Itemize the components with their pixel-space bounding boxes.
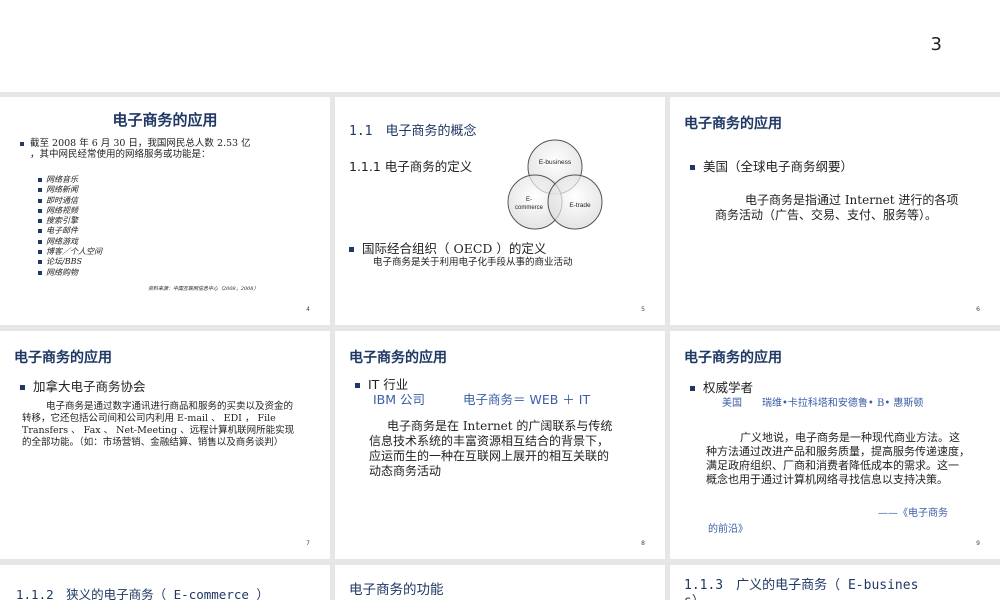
slide-7[interactable]: 电子商务的应用 加拿大电子商务协会 电子商务是通过数字通讯进行商品和服务的买卖以… xyxy=(0,331,330,559)
slide-text-line: 动态商务活动 xyxy=(369,464,442,478)
list-item: 即时通信 xyxy=(38,196,102,206)
slide-text-line: 电子商务是通过数字通讯进行商品和服务的买卖以及资金的 xyxy=(46,401,294,412)
slide-text: 商务活动（广告、交易、支付、服务等）。 xyxy=(715,208,938,222)
slide-number: 5 xyxy=(641,306,645,313)
slide-subtitle: 1.1.1 电子商务的定义 xyxy=(349,159,473,174)
slide-bullet: 权威学者 xyxy=(690,377,753,396)
list-item: 网络购物 xyxy=(38,268,102,278)
venn-label-e: E- xyxy=(526,197,532,203)
bullet-square-icon xyxy=(20,141,24,146)
bullet-square-icon xyxy=(690,165,695,170)
slide-text-line: 广义地说，电子商务是一种现代商业方法。这 xyxy=(740,431,960,444)
slide-title: 1.1.3 广义的电子商务（ E-busines xyxy=(684,578,919,593)
slide-title: 电子商务的功能 xyxy=(349,582,444,598)
slide-bullet: 国际经合组织（ OECD ）的定义 xyxy=(349,238,546,257)
venn-label: E-trade xyxy=(569,202,591,209)
list-item: 搜索引擎 xyxy=(38,216,102,226)
authors: 美国 瑞维•卡拉科塔和安德鲁• B• 惠斯顿 xyxy=(722,398,924,409)
slide-11[interactable]: 电子商务的功能 xyxy=(335,565,665,600)
slide-text: 电子商务是指通过 Internet 进行的各项 xyxy=(745,193,959,207)
formula: 电子商务＝ WEB ＋ IT xyxy=(463,392,591,407)
slide-number: 4 xyxy=(306,306,310,313)
slide-title-continued: s） xyxy=(684,590,705,600)
slide-bullet: 加拿大电子商务协会 xyxy=(20,376,146,395)
slide-title: 电子商务的应用 xyxy=(14,350,112,366)
slide-text-line: 概念也用于通过计算机网络寻找信息以支持决策。 xyxy=(706,473,948,486)
venn-label: commerce xyxy=(515,205,544,211)
bullet-square-icon xyxy=(20,385,25,390)
citation: ——《电子商务 xyxy=(878,508,948,519)
list-item: 电子邮件 xyxy=(38,226,102,236)
venn-diagram: E-business E- commerce E-trade xyxy=(507,139,603,230)
slide-number: 6 xyxy=(976,306,980,313)
slide-number: 7 xyxy=(306,540,310,547)
slide-text-line: 的全部功能。（如：市场营销、金融结算、销售以及商务谈判） xyxy=(22,437,284,448)
slide-text-line: 信息技术系统的丰富资源相互结合的背景下， xyxy=(369,434,610,448)
page-number: 3 xyxy=(930,34,942,55)
slide-title: 1.1.2 狭义的电子商务（ E-commerce ） xyxy=(16,587,269,600)
slide-number: 8 xyxy=(641,540,645,547)
slide-title: 电子商务的应用 xyxy=(684,350,782,366)
slide-text: 电子商务是关于利用电子化手段从事的商业活动 xyxy=(373,257,573,268)
company-name: IBM 公司 xyxy=(373,392,426,407)
slide-text-line: 满足政府组织、厂商和消费者降低成本的需求。这一 xyxy=(706,459,959,472)
bullet-square-icon xyxy=(690,386,695,391)
slide-8[interactable]: 电子商务的应用 IT 行业 IBM 公司 电子商务＝ WEB ＋ IT 电子商务… xyxy=(335,331,665,559)
slide-bullet-continued: ，其中网民经常使用的网络服务或功能是： xyxy=(30,149,211,160)
slide-title: 电子商务的应用 xyxy=(112,111,218,129)
slide-number: 9 xyxy=(976,540,980,547)
slide-4[interactable]: 电子商务的应用 截至 2008 年 6 月 30 日，我国网民总人数 2.53 … xyxy=(0,97,330,325)
slide-text-line: 应运而生的一种在互联网上展开的相互关联的 xyxy=(369,449,610,463)
list-item: 网络视频 xyxy=(38,206,102,216)
bullet-square-icon xyxy=(355,383,360,388)
slide-title: 1.1 电子商务的概念 xyxy=(349,124,477,139)
list-item: 网络新闻 xyxy=(38,185,102,195)
list-item: 网络音乐 xyxy=(38,175,102,185)
slide-text-line: 种方法通过改进产品和服务质量，提高服务传递速度， xyxy=(706,445,970,458)
slide-title: 电子商务的应用 xyxy=(349,350,447,366)
slide-12[interactable]: 1.1.3 广义的电子商务（ E-busines s） xyxy=(670,565,1000,600)
list-item: 论坛/BBS xyxy=(38,257,102,267)
slide-text-line: Transfers 、 Fax 、 Net-Meeting 、远程计算机联网所能… xyxy=(22,425,295,436)
list-item: 博客／个人空间 xyxy=(38,247,102,257)
slide-bullet: 美国（全球电子商务纲要） xyxy=(690,156,853,175)
slide-5[interactable]: 1.1 电子商务的概念 1.1.1 电子商务的定义 E-business E- … xyxy=(335,97,665,325)
slide-bullet: IT 行业 xyxy=(355,374,408,393)
slide-text-line: 转移，它还包括公司间和公司内利用 E-mail 、 EDI ， File xyxy=(22,413,276,424)
slide-6[interactable]: 电子商务的应用 美国（全球电子商务纲要） 电子商务是指通过 Internet 进… xyxy=(670,97,1000,325)
service-list: 网络音乐 网络新闻 即时通信 网络视频 搜索引擎 电子邮件 网络游戏 博客／个人… xyxy=(38,175,102,278)
slide-9[interactable]: 电子商务的应用 权威学者 美国 瑞维•卡拉科塔和安德鲁• B• 惠斯顿 广义地说… xyxy=(670,331,1000,559)
slide-10[interactable]: 1.1.2 狭义的电子商务（ E-commerce ） xyxy=(0,565,330,600)
slide-text-line: 电子商务是在 Internet 的广阔联系与传统 xyxy=(387,419,613,433)
list-item: 网络游戏 xyxy=(38,237,102,247)
venn-label: E-business xyxy=(539,159,572,166)
source-note: 资料来源：中国互联网信息中心（2008，2008） xyxy=(148,286,259,292)
bullet-square-icon xyxy=(349,247,354,252)
citation: 的前沿》 xyxy=(708,524,748,535)
slide-title: 电子商务的应用 xyxy=(684,116,782,132)
